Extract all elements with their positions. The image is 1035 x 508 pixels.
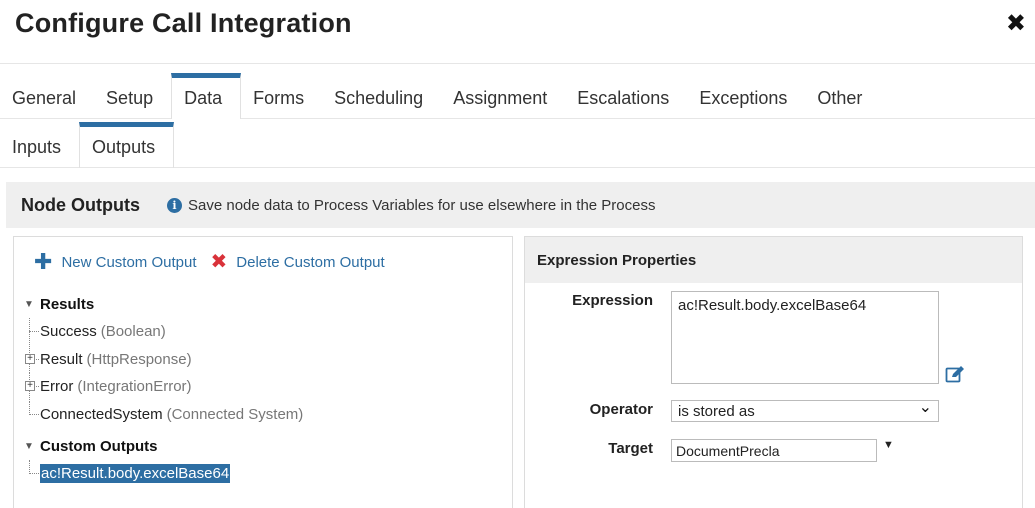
info-icon: i <box>167 197 182 213</box>
tab-assignment[interactable]: Assignment <box>441 73 565 119</box>
tab-scheduling[interactable]: Scheduling <box>322 73 441 119</box>
operator-value: is stored as <box>678 402 755 420</box>
expression-textarea[interactable]: ac!Result.body.excelBase64 <box>671 291 939 384</box>
tree-item-success[interactable]: Success (Boolean) <box>24 318 303 346</box>
tab-escalations[interactable]: Escalations <box>565 73 687 119</box>
new-custom-output-button[interactable]: ✚ New Custom Output <box>34 251 197 273</box>
node-outputs-header: Node Outputs i Save node data to Process… <box>6 182 1035 228</box>
plus-icon: ✚ <box>34 249 53 274</box>
operator-select[interactable]: is stored as ⌄ <box>671 400 939 422</box>
target-input[interactable] <box>671 439 877 462</box>
tree-connector <box>24 318 40 346</box>
tree-item-custom-output[interactable]: ac!Result.body.excelBase64 <box>24 460 303 488</box>
delete-custom-output-button[interactable]: ✖ Delete Custom Output <box>211 252 385 272</box>
tree-item-type: (Boolean) <box>100 323 166 341</box>
outputs-tree: ▼ Results Success (Boolean) + Result (Ht… <box>24 291 303 488</box>
tab-data[interactable]: Data <box>171 73 242 119</box>
delete-custom-output-label: Delete Custom Output <box>236 253 385 271</box>
tab-exceptions[interactable]: Exceptions <box>687 73 805 119</box>
section-description: Save node data to Process Variables for … <box>188 196 656 214</box>
tree-group-label: Results <box>40 296 95 313</box>
new-custom-output-label: New Custom Output <box>61 253 197 271</box>
sub-tab-bar: Inputs Outputs <box>0 122 1035 168</box>
tree-item-name: ConnectedSystem <box>40 405 163 423</box>
tree-item-type: (IntegrationError) <box>77 378 192 396</box>
tree-group-results[interactable]: ▼ Results <box>24 291 303 318</box>
delete-x-icon: ✖ <box>210 251 228 273</box>
chevron-down-icon: ⌄ <box>918 399 932 416</box>
target-label: Target <box>608 440 653 457</box>
tab-setup[interactable]: Setup <box>94 73 171 119</box>
tab-inputs[interactable]: Inputs <box>0 122 79 168</box>
outputs-tree-panel: ✚ New Custom Output ✖ Delete Custom Outp… <box>13 236 513 508</box>
expression-properties-header: Expression Properties <box>525 237 1022 283</box>
caret-down-icon[interactable]: ▼ <box>883 439 894 451</box>
tree-item-type: (HttpResponse) <box>86 350 192 368</box>
expand-plus-icon[interactable]: + <box>25 353 35 364</box>
tab-outputs[interactable]: Outputs <box>79 122 175 168</box>
tree-item-type: (Connected System) <box>166 405 304 423</box>
tree-connector <box>24 460 40 487</box>
tree-group-custom-outputs[interactable]: ▼ Custom Outputs <box>24 433 303 460</box>
operator-label: Operator <box>589 401 653 418</box>
dialog-title: Configure Call Integration <box>15 8 352 38</box>
collapse-triangle-icon[interactable]: ▼ <box>24 441 40 452</box>
tree-toolbar: ✚ New Custom Output ✖ Delete Custom Outp… <box>34 251 399 273</box>
tab-other[interactable]: Other <box>805 73 880 119</box>
tree-item-result[interactable]: + Result (HttpResponse) <box>24 345 303 374</box>
tree-group-label: Custom Outputs <box>40 438 158 455</box>
tree-connector: + <box>24 345 40 373</box>
section-title: Node Outputs <box>21 194 140 215</box>
tree-item-error[interactable]: + Error (IntegrationError) <box>24 373 303 401</box>
tree-connector: + <box>24 373 40 401</box>
close-icon[interactable]: ✖ <box>1006 12 1026 36</box>
expression-label: Expression <box>572 292 653 309</box>
tree-item-name: Result <box>40 350 83 368</box>
tab-general[interactable]: General <box>0 73 94 119</box>
tree-connector <box>24 400 40 428</box>
tree-item-name: Error <box>40 378 74 396</box>
expression-properties-panel: Expression Properties Expression ac!Resu… <box>524 236 1023 508</box>
collapse-triangle-icon[interactable]: ▼ <box>24 299 40 310</box>
tree-item-name-selected: ac!Result.body.excelBase64 <box>40 464 231 484</box>
dialog-header: Configure Call Integration ✖ <box>0 0 1035 64</box>
tree-item-name: Success <box>40 323 97 341</box>
edit-expression-icon[interactable] <box>945 365 965 383</box>
tab-forms[interactable]: Forms <box>241 73 322 119</box>
expand-plus-icon[interactable]: + <box>25 381 35 392</box>
tree-item-connected-system[interactable]: ConnectedSystem (Connected System) <box>24 400 304 429</box>
main-tab-bar: General Setup Data Forms Scheduling Assi… <box>0 73 1035 119</box>
